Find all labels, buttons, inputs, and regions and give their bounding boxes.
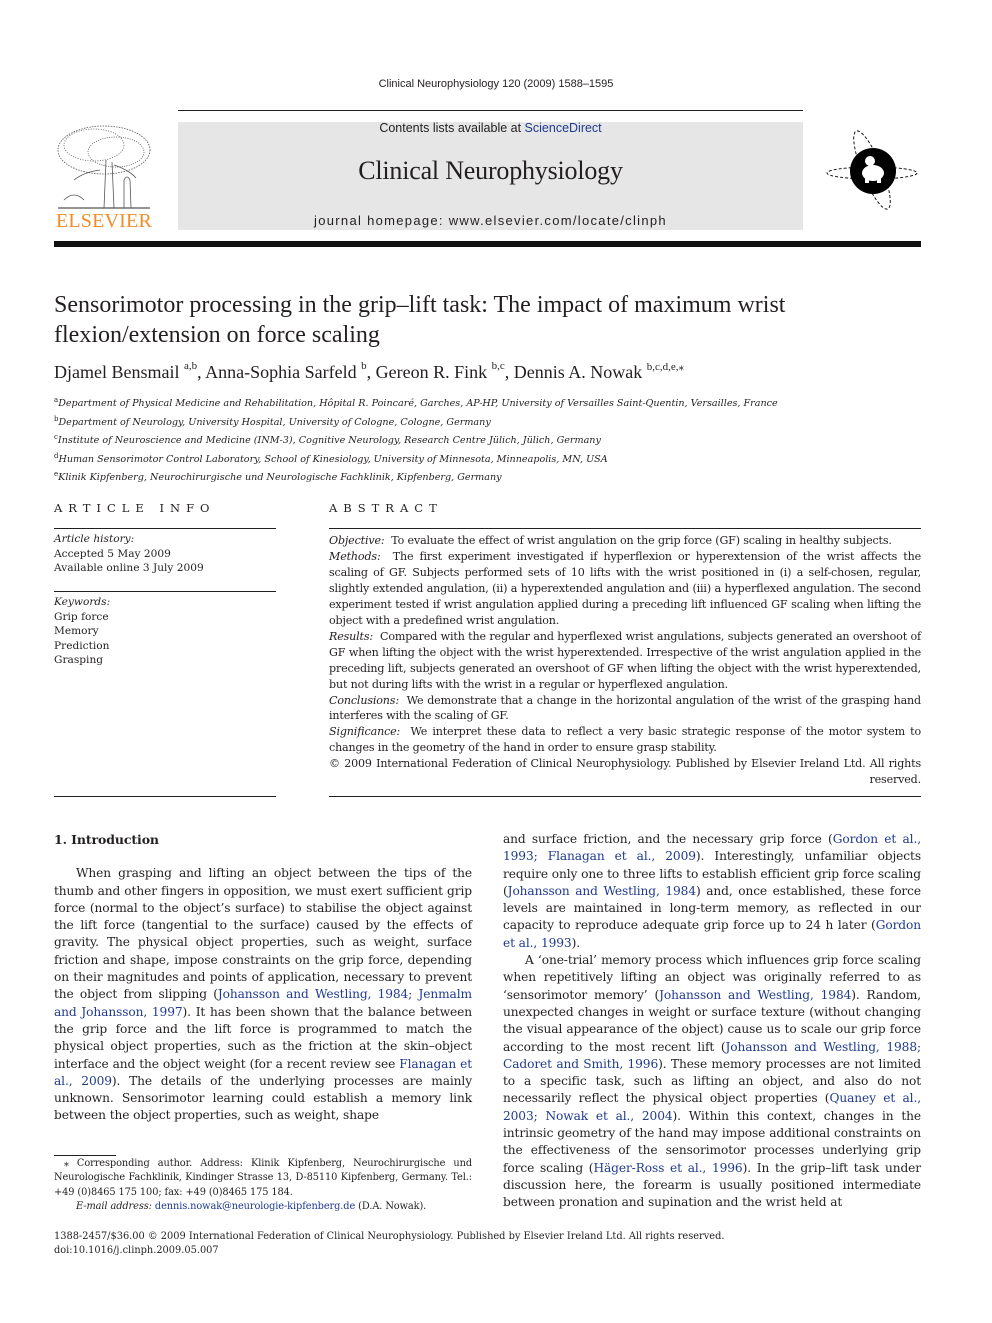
- abstract-text: We interpret these data to reflect a ver…: [329, 725, 921, 755]
- author-list: Djamel Bensmail a,b, Anna-Sophia Sarfeld…: [54, 360, 914, 383]
- author-affiliation-marker[interactable]: b,c,d,e,⁎: [647, 361, 684, 373]
- affiliation-item: cInstitute of Neuroscience and Medicine …: [54, 430, 914, 449]
- affiliation-text: Klinik Kipfenberg, Neurochirurgische und…: [58, 472, 502, 484]
- author-affiliation-marker[interactable]: b: [361, 360, 367, 372]
- keyword-item: Grip force: [54, 610, 109, 623]
- abstract-text: We demonstrate that a change in the hori…: [329, 693, 921, 723]
- email-label: E-mail address:: [76, 1201, 152, 1213]
- abstract-objective: Objective: To evaluate the effect of wri…: [329, 533, 921, 549]
- email-line: E-mail address: dennis.nowak@neurologie-…: [54, 1200, 472, 1214]
- available-online-date: Available online 3 July 2009: [54, 562, 204, 574]
- section-heading-introduction: 1. Introduction: [54, 832, 159, 847]
- keyword-item: Memory: [54, 625, 99, 637]
- keywords-block: Keywords: Grip force Memory Prediction G…: [54, 595, 276, 668]
- body-text: When grasping and lifting an object betw…: [54, 866, 472, 1002]
- abstract-label: Methods:: [329, 549, 381, 563]
- issn-copyright-line: 1388-2457/$36.00 © 2009 International Fe…: [54, 1231, 725, 1242]
- sciencedirect-link[interactable]: ScienceDirect: [525, 121, 602, 135]
- body-text: ).: [571, 935, 581, 950]
- abstract-label: Results:: [329, 629, 373, 643]
- affiliation-item: bDepartment of Neurology, University Hos…: [54, 412, 914, 431]
- citation-link[interactable]: Häger-Ross et al., 1996: [593, 1161, 742, 1175]
- body-paragraph: A ‘one-trial’ memory process which influ…: [503, 952, 921, 1211]
- corresponding-author-footnote: ⁎ Corresponding author. Address: Klinik …: [54, 1157, 472, 1215]
- affiliation-item: eKlinik Kipfenberg, Neurochirurgische un…: [54, 467, 914, 486]
- body-column-right: and surface friction, and the necessary …: [503, 831, 921, 1212]
- journal-globe-emblem-icon: [825, 125, 920, 215]
- author-separator: ,: [197, 362, 206, 382]
- accepted-date: Accepted 5 May 2009: [54, 547, 171, 560]
- keyword-item: Grasping: [54, 654, 104, 666]
- abstract-conclusions: Conclusions: We demonstrate that a chang…: [329, 693, 921, 725]
- contents-prefix: Contents lists available at: [379, 121, 525, 135]
- abstract-heading: ABSTRACT: [329, 501, 443, 515]
- keywords-rule: [54, 591, 276, 592]
- doi-line[interactable]: doi:10.1016/j.clinph.2009.05.007: [54, 1244, 854, 1258]
- abstract-label: Conclusions:: [329, 693, 399, 707]
- abstract-label: Objective:: [329, 534, 385, 547]
- abstract-body: Objective: To evaluate the effect of wri…: [329, 533, 921, 788]
- article-info-heading: ARTICLE INFO: [54, 501, 216, 515]
- abstract-text: To evaluate the effect of wrist angulati…: [391, 534, 892, 547]
- page-footer: 1388-2457/$36.00 © 2009 International Fe…: [54, 1230, 854, 1258]
- keyword-item: Prediction: [54, 639, 110, 652]
- affiliation-text: Human Sensorimotor Control Laboratory, S…: [58, 453, 608, 465]
- citation-link[interactable]: Johansson and Westling, 1984: [508, 884, 696, 898]
- affiliation-item: aDepartment of Physical Medicine and Reh…: [54, 393, 914, 412]
- abstract-copyright: © 2009 International Federation of Clini…: [329, 757, 921, 787]
- abstract-text: The first experiment investigated if hyp…: [329, 549, 921, 627]
- abstract-results: Results: Compared with the regular and h…: [329, 629, 921, 693]
- header-rule: [178, 110, 803, 111]
- abstract-bottom-rule: [329, 796, 921, 797]
- abstract-rule: [329, 528, 921, 529]
- citation-link[interactable]: Johansson and Westling, 1984: [659, 988, 851, 1002]
- author-name[interactable]: Anna-Sophia Sarfeld: [205, 362, 361, 382]
- abstract-text: Compared with the regular and hyperflexe…: [329, 629, 921, 691]
- author-separator: ,: [504, 362, 514, 382]
- footnote-rule: [54, 1155, 116, 1156]
- abstract-significance: Significance: We interpret these data to…: [329, 724, 921, 756]
- abstract-label: Significance:: [329, 725, 401, 739]
- author-name[interactable]: Djamel Bensmail: [54, 362, 184, 382]
- body-text: ). The details of the underlying process…: [54, 1073, 472, 1123]
- affiliation-text: Department of Neurology, University Hosp…: [58, 416, 491, 428]
- contents-availability: Contents lists available at ScienceDirec…: [178, 121, 803, 135]
- affiliation-text: Department of Physical Medicine and Reha…: [58, 398, 778, 410]
- author-name[interactable]: Gereon R. Fink: [376, 362, 492, 382]
- author-name[interactable]: Dennis A. Nowak: [514, 362, 647, 382]
- article-info-bottom-rule: [54, 796, 276, 797]
- article-info-rule: [54, 528, 276, 529]
- author-separator: ,: [366, 362, 376, 382]
- body-paragraph: When grasping and lifting an object betw…: [54, 865, 472, 1124]
- header-thick-rule: [54, 241, 921, 247]
- article-history: Article history: Accepted 5 May 2009 Ava…: [54, 532, 276, 576]
- journal-title: Clinical Neurophysiology: [358, 156, 623, 185]
- email-link[interactable]: dennis.nowak@neurologie-kipfenberg.de: [155, 1201, 355, 1212]
- article-title: Sensorimotor processing in the grip–lift…: [54, 292, 786, 348]
- email-suffix: (D.A. Nowak).: [355, 1201, 427, 1213]
- elsevier-wordmark: ELSEVIER: [55, 210, 153, 232]
- affiliation-list: aDepartment of Physical Medicine and Reh…: [54, 393, 914, 486]
- affiliation-text: Institute of Neuroscience and Medicine (…: [57, 435, 601, 447]
- affiliation-item: dHuman Sensorimotor Control Laboratory, …: [54, 449, 914, 468]
- history-label: Article history:: [54, 533, 135, 545]
- running-head: Clinical Neurophysiology 120 (2009) 1588…: [378, 78, 614, 90]
- author-affiliation-marker[interactable]: b,c: [492, 360, 505, 372]
- body-column-left: 1. Introduction When grasping and liftin…: [54, 831, 472, 1125]
- journal-homepage[interactable]: journal homepage: www.elsevier.com/locat…: [178, 213, 803, 228]
- body-text: and surface friction, and the necessary …: [503, 832, 833, 846]
- corresponding-author-text: ⁎ Corresponding author. Address: Klinik …: [54, 1158, 472, 1198]
- author-affiliation-marker[interactable]: a,b: [184, 360, 197, 372]
- keywords-label: Keywords:: [54, 596, 111, 608]
- abstract-methods: Methods: The first experiment investigat…: [329, 549, 921, 629]
- body-paragraph: and surface friction, and the necessary …: [503, 831, 921, 952]
